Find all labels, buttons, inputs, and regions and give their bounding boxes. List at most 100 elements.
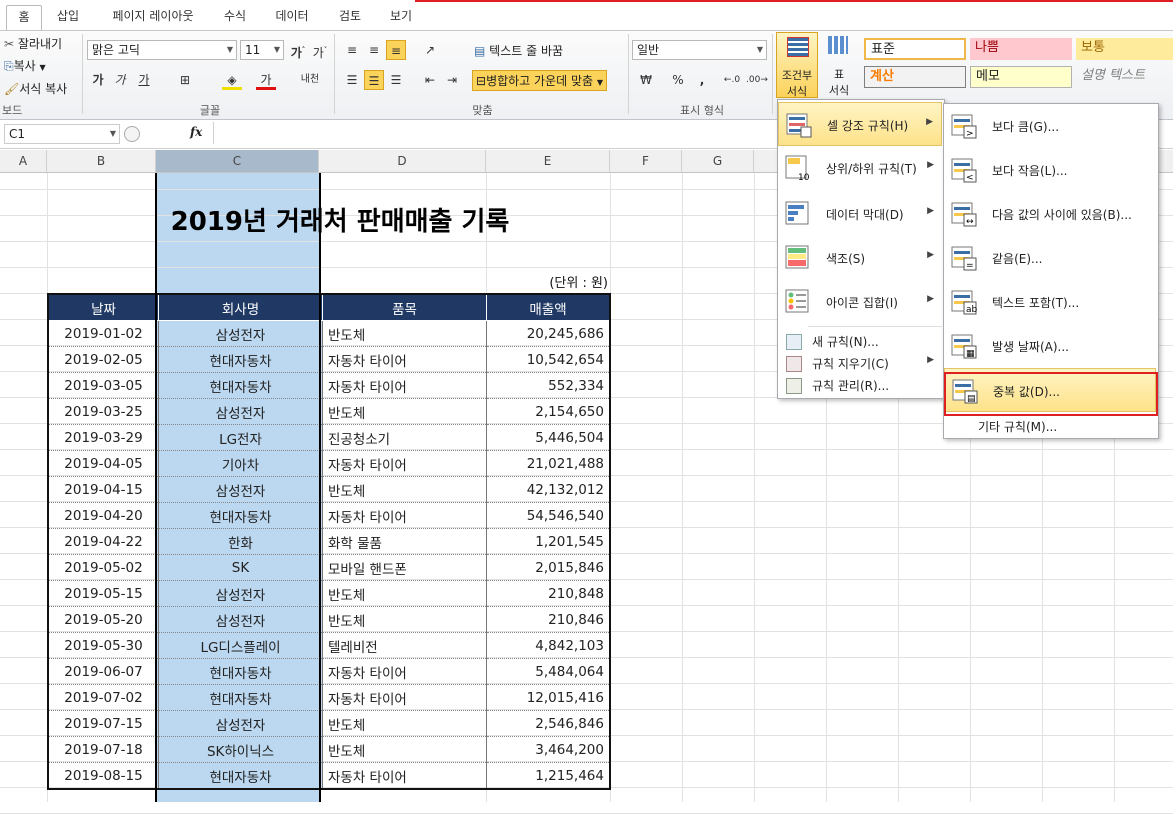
tab-review[interactable]: 검토 [330,5,370,29]
cell-date[interactable]: 2019-06-07 [48,658,159,685]
cell-date[interactable]: 2019-07-18 [48,736,159,763]
header-item[interactable]: 품목 [322,293,487,321]
cell-sales[interactable]: 12,015,416 [486,684,611,711]
column-header-a[interactable]: A [0,150,47,172]
percent-button[interactable]: % [668,70,688,90]
cell-date[interactable]: 2019-02-05 [48,346,159,373]
cell-item[interactable]: 자동차 타이어 [322,684,487,711]
cell-item[interactable]: 자동차 타이어 [322,346,487,373]
column-header-g[interactable]: G [682,150,754,172]
style-normal[interactable]: 표준 [864,38,966,60]
menu-icon-sets[interactable]: 아이콘 집합(I) ▶ [778,280,942,324]
cell-date[interactable]: 2019-07-15 [48,710,159,737]
cell-item[interactable]: 반도체 [322,398,487,425]
menu-highlight-cells-rules[interactable]: 셀 강조 규칙(H) ▶ [778,102,942,146]
cell-sales[interactable]: 5,446,504 [486,424,611,451]
wrap-text-button[interactable]: ▤ 텍스트 줄 바꿈 [474,42,563,59]
column-header-f[interactable]: F [610,150,682,172]
style-calculation[interactable]: 계산 [864,66,966,88]
cell-date[interactable]: 2019-04-20 [48,502,159,529]
copy-button[interactable]: ⎘복사 ▼ [4,57,46,74]
align-middle-icon[interactable]: ≡ [364,40,384,60]
cell-sales[interactable]: 54,546,540 [486,502,611,529]
cell-date[interactable]: 2019-04-05 [48,450,159,477]
cell-sales[interactable]: 20,245,686 [486,320,611,347]
column-header-c[interactable]: C [156,150,319,172]
cell-sales[interactable]: 552,334 [486,372,611,399]
currency-icon[interactable]: ₩ [636,70,656,90]
format-as-table-button[interactable]: 표 서식 [822,32,856,98]
align-left-icon[interactable]: ☰ [342,70,362,90]
cell-sales[interactable]: 210,848 [486,580,611,607]
cell-date[interactable]: 2019-05-20 [48,606,159,633]
cell-date[interactable]: 2019-03-05 [48,372,159,399]
tab-page-layout[interactable]: 페이지 레이아웃 [98,5,208,29]
tab-home[interactable]: 홈 [6,5,42,30]
cell-sales[interactable]: 2,015,846 [486,554,611,581]
cell-date[interactable]: 2019-05-15 [48,580,159,607]
submenu-greater-than[interactable]: > 보다 큼(G)... [944,104,1156,148]
cell-sales[interactable]: 42,132,012 [486,476,611,503]
cell-item[interactable]: 자동차 타이어 [322,658,487,685]
merge-center-button[interactable]: ⊟병합하고 가운데 맞춤 ▼ [472,70,608,91]
style-note[interactable]: 메모 [970,66,1072,88]
tab-data[interactable]: 데이터 [266,5,318,29]
style-neutral[interactable]: 보통 [1076,38,1173,60]
column-header-b[interactable]: B [47,150,156,172]
cell-sales[interactable]: 21,021,488 [486,450,611,477]
style-explanatory[interactable]: 설명 텍스트 [1076,66,1173,88]
cell-item[interactable]: 반도체 [322,320,487,347]
cell-sales[interactable]: 1,215,464 [486,762,611,790]
cell-date[interactable]: 2019-08-15 [48,762,159,790]
font-name-combo[interactable]: 맑은 고딕 ▼ [87,40,237,60]
style-bad[interactable]: 나쁨 [970,38,1072,60]
cell-item[interactable]: 자동차 타이어 [322,450,487,477]
align-top-icon[interactable]: ≡ [342,40,362,60]
number-format-combo[interactable]: 일반 ▼ [632,40,767,60]
align-bottom-icon[interactable]: ≡ [386,40,406,60]
cell-sales[interactable]: 2,546,846 [486,710,611,737]
menu-color-scales[interactable]: 색조(S) ▶ [778,236,942,280]
menu-clear-rules[interactable]: 규칙 지우기(C) ▶ [778,352,942,374]
submenu-text-contains[interactable]: ab 텍스트 포함(T)... [944,280,1156,324]
conditional-format-button[interactable]: 조건부 서식 [776,32,818,98]
cell-sales[interactable]: 4,842,103 [486,632,611,659]
cell-item[interactable]: 화학 물품 [322,528,487,555]
tab-view[interactable]: 보기 [380,5,422,29]
cell-item[interactable]: 반도체 [322,710,487,737]
submenu-between[interactable]: ↔ 다음 값의 사이에 있음(B)... [944,192,1156,236]
cell-item[interactable]: 반도체 [322,476,487,503]
align-center-icon[interactable]: ☰ [364,70,384,90]
italic-button[interactable]: 가 [110,70,130,90]
align-right-icon[interactable]: ☰ [386,70,406,90]
submenu-less-than[interactable]: < 보다 작음(L)... [944,148,1156,192]
cell-sales[interactable]: 210,846 [486,606,611,633]
shrink-font-icon[interactable]: 가˅ [310,40,330,60]
cell-item[interactable]: 자동차 타이어 [322,372,487,399]
submenu-equal-to[interactable]: = 같음(E)... [944,236,1156,280]
format-painter-button[interactable]: 🖌서식 복사 [4,80,67,97]
grip-handle-icon[interactable] [124,126,140,142]
tab-insert[interactable]: 삽입 [50,5,86,29]
comma-button[interactable]: , [692,70,712,90]
tab-formulas[interactable]: 수식 [214,5,256,29]
orientation-icon[interactable]: ↗ [420,40,440,60]
name-box[interactable]: C1 ▼ [4,124,120,144]
menu-data-bars[interactable]: 데이터 막대(D) ▶ [778,192,942,236]
bold-button[interactable]: 가 [88,70,108,90]
cell-item[interactable]: 반도체 [322,736,487,763]
cell-date[interactable]: 2019-04-15 [48,476,159,503]
cell-sales[interactable]: 3,464,200 [486,736,611,763]
cell-item[interactable]: 모바일 핸드폰 [322,554,487,581]
decrease-indent-icon[interactable]: ⇤ [420,70,440,90]
cell-date[interactable]: 2019-07-02 [48,684,159,711]
column-header-e[interactable]: E [486,150,610,172]
cell-date[interactable]: 2019-03-25 [48,398,159,425]
font-size-combo[interactable]: 11 ▼ [240,40,284,60]
menu-new-rule[interactable]: 새 규칙(N)... [778,330,942,352]
underline-button[interactable]: 가 [134,70,154,90]
cell-item[interactable]: 반도체 [322,580,487,607]
cell-sales[interactable]: 5,484,064 [486,658,611,685]
decrease-decimal-icon[interactable]: .00→ [746,70,768,90]
cell-date[interactable]: 2019-01-02 [48,320,159,347]
